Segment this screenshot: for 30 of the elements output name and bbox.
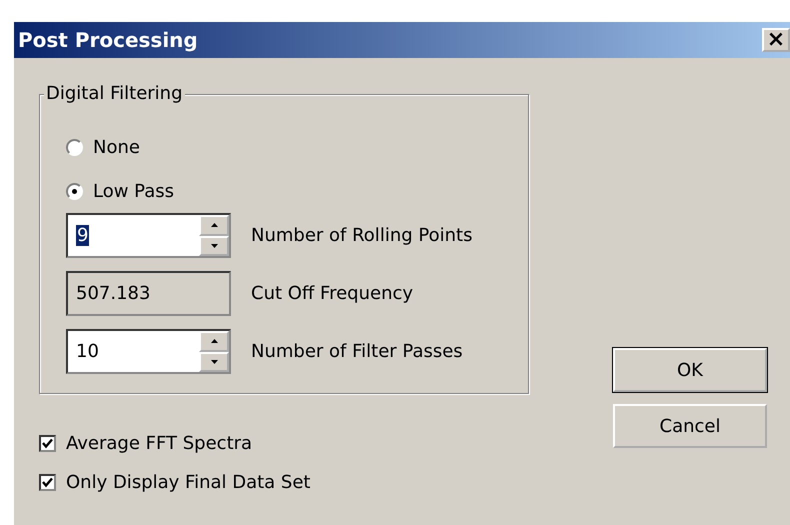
- field-label: Number of Filter Passes: [251, 341, 463, 362]
- spin-up-button[interactable]: [199, 215, 229, 236]
- checkbox-label: Only Display Final Data Set: [66, 472, 310, 493]
- checkbox[interactable]: [39, 435, 56, 452]
- triangle-down-icon: [210, 360, 218, 364]
- radio-button[interactable]: [66, 138, 83, 156]
- radio-button[interactable]: [66, 182, 83, 200]
- field-value: 507.183: [76, 283, 150, 304]
- spin-down-button[interactable]: [199, 236, 229, 256]
- readonly-field[interactable]: 507.183: [66, 271, 231, 316]
- triangle-up-icon: [210, 339, 218, 344]
- spin-up-button[interactable]: [199, 331, 229, 352]
- window-title: Post Processing: [18, 28, 198, 52]
- dialog-button[interactable]: OK: [613, 348, 767, 392]
- field-value: 10: [76, 341, 99, 362]
- checkbox[interactable]: [39, 474, 56, 491]
- triangle-down-icon: [210, 244, 218, 248]
- field-value: 9: [76, 225, 90, 246]
- radio-label: None: [93, 136, 140, 158]
- group-title: Digital Filtering: [44, 83, 185, 104]
- radio-label: Low Pass: [93, 180, 174, 202]
- triangle-up-icon: [210, 223, 218, 228]
- close-button[interactable]: ×: [762, 28, 790, 52]
- spin-field[interactable]: 10: [66, 329, 231, 374]
- dialog-button[interactable]: Cancel: [613, 404, 767, 448]
- checkbox-label: Average FFT Spectra: [66, 433, 252, 454]
- field-label: Cut Off Frequency: [251, 283, 414, 304]
- spin-down-button[interactable]: [199, 352, 229, 372]
- spin-field[interactable]: 9: [66, 213, 231, 258]
- field-label: Number of Rolling Points: [251, 225, 472, 246]
